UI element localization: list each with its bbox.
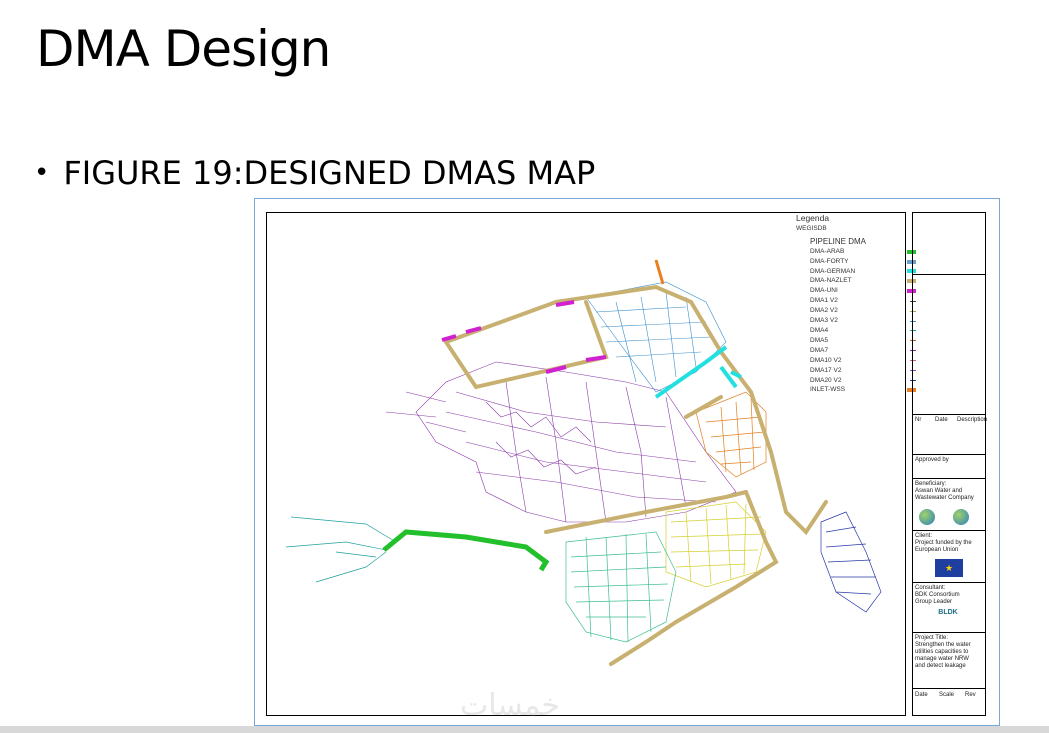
dma-uni-network [385,361,737,523]
footer-rev: Rev [965,692,976,698]
dma-2-network [665,501,767,588]
dma-german-pipeline [654,345,742,399]
tb-footer-cell: Date Scale Rev [913,689,985,715]
dma-4-west-lines [285,516,397,583]
rev-header-nr: Nr [915,417,922,423]
title-block: Nr Date Description Approved by Benefici… [912,212,988,716]
watermark: خمسات [460,688,561,723]
legend-item-label: DMA-UNI [810,287,838,295]
legend-source: WEGISDB [796,224,827,232]
legend-item: DMA10 V2 [810,356,916,366]
bldk-logo-icon: BLDK [938,609,958,616]
tb-client-cell: Client: Project funded by the European U… [913,531,985,583]
tb-logo-cell [913,213,985,275]
dma-forty-network [585,281,727,393]
figure-caption-text: FIGURE 19:DESIGNED DMAS MAP [63,154,596,192]
legend-rows: DMA-ARAB DMA-FORTY DMA-GERMAN DMA-NAZLET DMA… [796,247,916,396]
beneficiary: Beneficiary: Aswan Water and Wastewater … [915,481,974,501]
footer-date: Date [915,692,928,698]
legend-item: DMA1 V2 [810,296,916,306]
legend-item: DMA5 [810,336,916,346]
legend-item: DMA-NAZLET [810,276,916,286]
legend-item: DMA3 V2 [810,316,916,326]
legend-item-label: DMA2 V2 [810,307,838,315]
tb-beneficiary-cell: Beneficiary: Aswan Water and Wastewater … [913,479,985,531]
legend-item: DMA2 V2 [810,306,916,316]
tb-blank-cell [913,275,985,415]
consultant: Consultant: BDK Consortium Group Leader [915,585,960,605]
map-legend: Legenda WEGISDB PIPELINE DMA DMA-ARAB DMA… [796,213,916,396]
slide-title: DMA Design [36,20,331,78]
legend-item-label: DMA7 [810,346,829,354]
bottom-bar [0,726,1049,733]
tb-revision-cell: Nr Date Description [913,415,988,455]
inlet-wss [654,259,665,285]
beneficiary-logo2-icon [953,509,969,525]
legend-item-label: DMA-NAZLET [810,277,852,285]
footer-scale: Scale [939,692,955,698]
legend-item-label: DMA10 V2 [810,356,842,364]
figure-caption: • FIGURE 19:DESIGNED DMAS MAP [34,154,595,192]
dma-4-network [565,531,677,643]
dma-20-network [820,511,882,613]
approved-by: Approved by [915,457,949,463]
legend-item: DMA-UNI [810,286,916,296]
legend-item-label: DMA-ARAB [810,247,845,255]
beneficiary-logo-icon [919,509,935,525]
eu-flag-icon: ★ [935,559,963,577]
legend-item: DMA17 V2 [810,366,916,376]
legend-item-label: DMA17 V2 [810,366,842,374]
legend-item: DMA4 [810,326,916,336]
dma-arab-pipeline [382,529,550,572]
tb-consultant-cell: Consultant: BDK Consortium Group Leader … [913,583,985,633]
legend-item-label: INLET-WSS [810,386,846,394]
legend-group: PIPELINE DMA [810,236,867,246]
rev-header-description: Description [957,417,988,423]
legend-item-label: DMA3 V2 [810,317,838,325]
legend-item: DMA-GERMAN [810,267,916,277]
legend-item: DMA20 V2 [810,376,916,386]
client: Client: Project funded by the European U… [915,533,972,553]
legend-item: DMA-ARAB [810,247,916,257]
legend-item-label: DMA20 V2 [810,376,842,384]
legend-item-label: DMA4 [810,326,829,334]
legend-item: DMA7 [810,346,916,356]
legend-item-label: DMA5 [810,336,829,344]
bullet-icon: • [34,158,50,188]
legend-item: DMA-FORTY [810,257,916,267]
legend-item: INLET-WSS [810,385,916,395]
legend-item-label: DMA-FORTY [810,257,849,265]
rev-header-date: Date [935,417,948,423]
tb-project-cell: Project Title: Strengthen the water util… [913,633,985,689]
tb-approved-cell: Approved by [913,455,985,479]
legend-heading: Legenda [796,213,830,223]
legend-item-label: DMA-GERMAN [810,267,856,275]
legend-item-label: DMA1 V2 [810,297,838,305]
project-title: Project Title: Strengthen the water util… [915,635,971,669]
